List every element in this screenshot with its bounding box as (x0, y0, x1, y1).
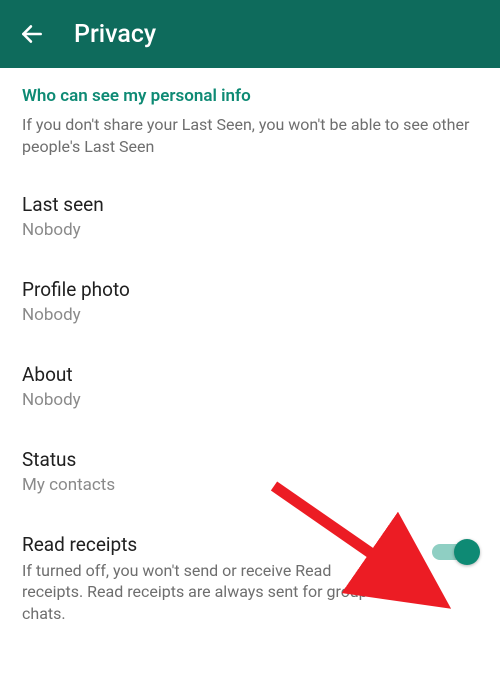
setting-value: Nobody (22, 220, 478, 240)
setting-about[interactable]: About Nobody (22, 363, 478, 410)
section-subtext: If you don't share your Last Seen, you w… (22, 114, 478, 159)
back-button[interactable] (12, 14, 52, 54)
setting-status[interactable]: Status My contacts (22, 448, 478, 495)
setting-title: Profile photo (22, 278, 478, 301)
settings-content: Who can see my personal info If you don'… (0, 68, 500, 625)
app-header: Privacy (0, 0, 500, 68)
setting-title: Read receipts (22, 533, 432, 556)
setting-value: Nobody (22, 390, 478, 410)
section-heading: Who can see my personal info (22, 86, 478, 106)
setting-profile-photo[interactable]: Profile photo Nobody (22, 278, 478, 325)
setting-title: Last seen (22, 193, 478, 216)
setting-value: My contacts (22, 475, 478, 495)
back-arrow-icon (19, 21, 45, 47)
setting-title: About (22, 363, 478, 386)
setting-read-receipts[interactable]: Read receipts If turned off, you won't s… (22, 533, 478, 625)
setting-last-seen[interactable]: Last seen Nobody (22, 193, 478, 240)
toggle-thumb (454, 539, 480, 565)
setting-title: Status (22, 448, 478, 471)
page-title: Privacy (74, 20, 156, 49)
setting-description: If turned off, you won't send or receive… (22, 560, 382, 625)
read-receipts-toggle[interactable] (432, 539, 476, 563)
setting-value: Nobody (22, 305, 478, 325)
